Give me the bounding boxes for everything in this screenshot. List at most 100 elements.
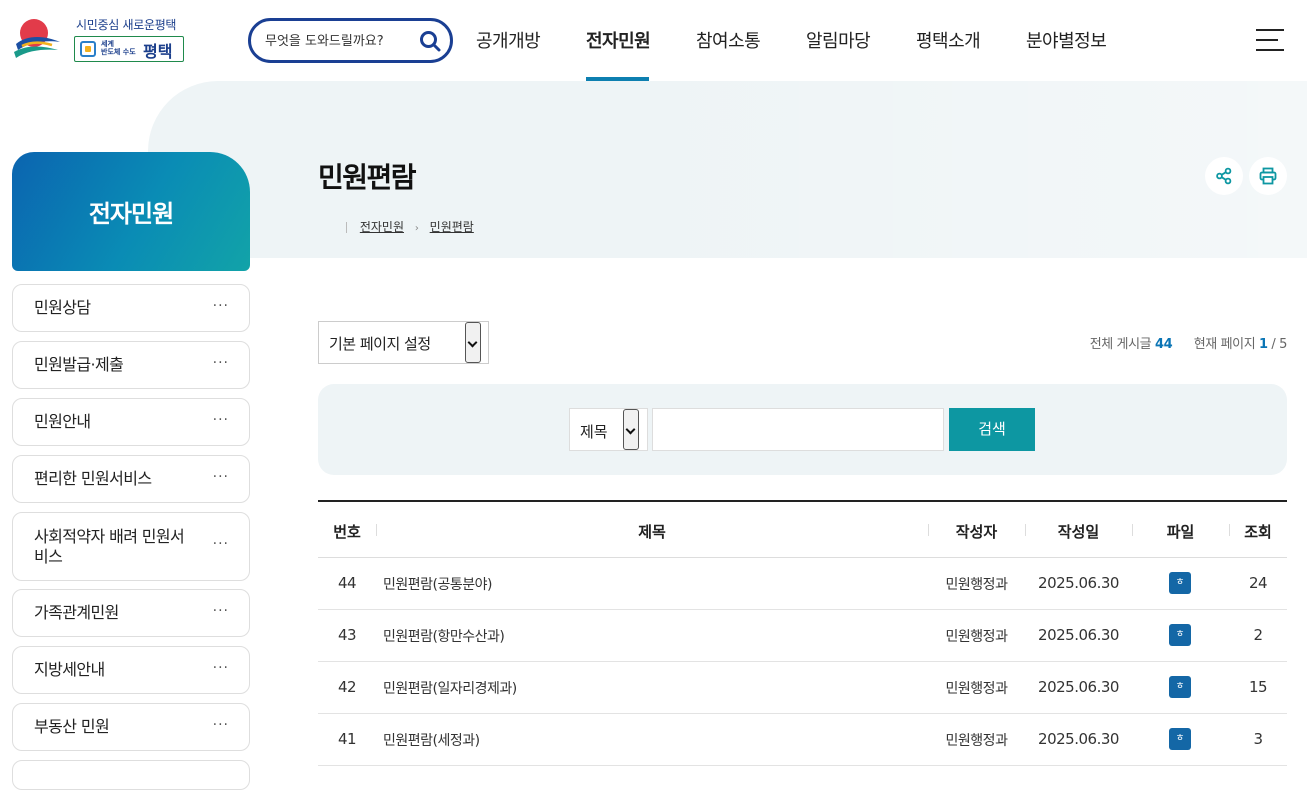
cell-no: 43: [337, 626, 357, 644]
page-size-select[interactable]: 기본 페이지 설정: [318, 321, 489, 364]
sidebar-item-vulnerable[interactable]: 사회적약자 배려 민원서비스 ···: [12, 512, 250, 581]
more-icon: ···: [212, 536, 229, 552]
col-header-title: 제목: [638, 523, 666, 541]
search-field-select[interactable]: 제목: [569, 408, 648, 451]
cell-title-link[interactable]: 민원편람(공통분야): [383, 574, 492, 594]
nav-active-indicator: [586, 77, 649, 81]
more-icon: ···: [212, 298, 229, 314]
current-page: 1: [1259, 337, 1268, 352]
cell-no: 42: [337, 678, 357, 696]
chevron-right-icon: ›: [414, 223, 419, 234]
cell-writer: 민원행정과: [945, 681, 1008, 697]
sidebar-title-card: 전자민원: [12, 152, 250, 271]
chevron-down-icon[interactable]: [623, 409, 639, 450]
cell-title-link[interactable]: 민원편람(항만수산과): [383, 626, 505, 646]
nav-item-news[interactable]: 알림마당: [806, 27, 871, 53]
share-icon: [1216, 167, 1232, 185]
page-label: 현재 페이지: [1193, 337, 1256, 352]
breadcrumb-link-current[interactable]: 민원편람: [430, 220, 474, 234]
logo-slogan: 시민중심 새로운평택: [76, 18, 177, 32]
sidebar-item-label: 민원안내: [34, 412, 91, 431]
more-icon: ···: [212, 717, 229, 733]
sidebar-item-label: 민원발급·제출: [34, 355, 124, 374]
hamburger-menu-icon[interactable]: [1256, 29, 1284, 51]
hwp-file-icon[interactable]: ㅎ: [1169, 728, 1191, 750]
more-icon: ···: [212, 660, 229, 676]
hwp-file-icon[interactable]: ㅎ: [1169, 624, 1191, 646]
sidebar-item-local-tax[interactable]: 지방세안내 ···: [12, 646, 250, 694]
share-button[interactable]: [1205, 157, 1243, 195]
nav-item-field-info[interactable]: 분야별정보: [1026, 27, 1107, 53]
nav-item-participation[interactable]: 참여소통: [696, 27, 761, 53]
col-header-views: 조회: [1244, 523, 1272, 541]
total-count: 44: [1154, 337, 1173, 352]
table-row: 44 민원편람(공통분야) 민원행정과 2025.06.30 ㅎ 24: [318, 558, 1287, 610]
cell-writer: 민원행정과: [945, 629, 1008, 645]
cell-date: 2025.06.30: [1038, 678, 1119, 696]
col-header-date: 작성일: [1057, 523, 1100, 541]
site-header: 시민중심 새로운평택 세계 반도체 수도 평택 공개개방 전자민원 참여소통 알…: [0, 0, 1307, 81]
sidebar-item-issue[interactable]: 민원발급·제출 ···: [12, 341, 250, 389]
logo-city-name: 평택: [143, 42, 173, 61]
sidebar-item-real-estate[interactable]: 부동산 민원 ···: [12, 703, 250, 751]
chip-icon: [80, 41, 96, 57]
more-icon: ···: [212, 603, 229, 619]
board-table: 번호 제목 작성자 작성일 파일 조회 44 민원편람(공통분야) 민원행정과 …: [318, 500, 1287, 766]
cell-title-link[interactable]: 민원편람(세정과): [383, 730, 480, 750]
sidebar-item-consult[interactable]: 민원상담 ···: [12, 284, 250, 332]
cell-views: 15: [1248, 678, 1268, 696]
sidebar-item-label: 부동산 민원: [34, 717, 110, 736]
page-title: 민원편람: [318, 161, 417, 194]
sidebar-item-guide[interactable]: 민원안내 ···: [12, 398, 250, 446]
sidebar-item-family[interactable]: 가족관계민원 ···: [12, 589, 250, 637]
logo-wordmark: 세계 반도체 수도 평택: [74, 36, 184, 62]
site-search: [248, 18, 453, 63]
cell-title-link[interactable]: 민원편람(일자리경제과): [383, 678, 517, 698]
logo-sub-line1: 세계: [101, 40, 114, 48]
hwp-file-icon[interactable]: ㅎ: [1169, 676, 1191, 698]
search-button[interactable]: 검색: [949, 408, 1035, 451]
more-icon: ···: [212, 469, 229, 485]
breadcrumb: 전자민원 › 민원편람: [346, 218, 474, 235]
cell-no: 41: [337, 730, 357, 748]
nav-item-open-gov[interactable]: 공개개방: [476, 27, 541, 53]
cell-writer: 민원행정과: [945, 733, 1008, 749]
sidebar-item-convenient[interactable]: 편리한 민원서비스 ···: [12, 455, 250, 503]
table-row: 43 민원편람(항만수산과) 민원행정과 2025.06.30 ㅎ 2: [318, 610, 1287, 662]
total-pages: / 5: [1271, 337, 1287, 352]
table-header: 번호 제목 작성자 작성일 파일 조회: [318, 502, 1287, 558]
site-logo[interactable]: 시민중심 새로운평택 세계 반도체 수도 평택: [12, 14, 192, 66]
keyword-input[interactable]: [652, 408, 944, 451]
page-size-select-value: 기본 페이지 설정: [329, 335, 431, 353]
logo-sub-line2: 반도체 수도: [101, 48, 136, 56]
sidebar-item-next[interactable]: [12, 760, 250, 790]
breadcrumb-link-e-civil[interactable]: 전자민원: [360, 220, 404, 234]
print-button[interactable]: [1249, 157, 1287, 195]
cell-no: 44: [337, 574, 357, 592]
cell-date: 2025.06.30: [1038, 730, 1119, 748]
search-icon[interactable]: [419, 30, 441, 52]
hwp-file-icon[interactable]: ㅎ: [1169, 572, 1191, 594]
col-header-file: 파일: [1166, 523, 1195, 541]
city-emblem-icon: [14, 19, 60, 58]
site-search-input[interactable]: [265, 31, 415, 51]
cell-views: 2: [1253, 626, 1263, 644]
cell-date: 2025.06.30: [1038, 574, 1119, 592]
nav-item-e-civil[interactable]: 전자민원: [586, 27, 651, 53]
more-icon: ···: [212, 355, 229, 371]
table-row: 41 민원편람(세정과) 민원행정과 2025.06.30 ㅎ 3: [318, 714, 1287, 766]
sidebar-item-label: 사회적약자 배려 민원서비스: [34, 527, 185, 566]
sidebar-item-label: 지방세안내: [34, 660, 105, 679]
breadcrumb-divider: [346, 222, 347, 233]
cell-views: 24: [1248, 574, 1268, 592]
more-icon: ···: [212, 412, 229, 428]
sidebar-item-label: 가족관계민원: [34, 603, 119, 622]
sidebar-item-label: 민원상담: [34, 298, 91, 317]
cell-date: 2025.06.30: [1038, 626, 1119, 644]
nav-item-about[interactable]: 평택소개: [916, 27, 981, 53]
chevron-down-icon[interactable]: [465, 322, 481, 363]
sidebar-item-label: 편리한 민원서비스: [34, 469, 152, 488]
board-search-panel: 제목 검색: [318, 384, 1287, 475]
sidebar-title: 전자민원: [88, 200, 174, 228]
table-row: 42 민원편람(일자리경제과) 민원행정과 2025.06.30 ㅎ 15: [318, 662, 1287, 714]
